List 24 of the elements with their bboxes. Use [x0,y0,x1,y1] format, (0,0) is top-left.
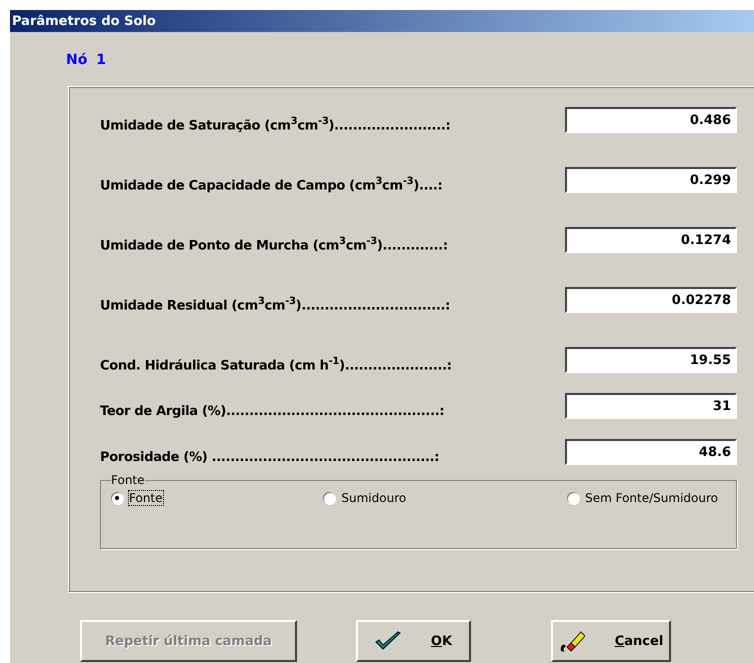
value-field[interactable]: 0.299 [565,167,737,193]
ok-button[interactable]: OK [356,620,471,662]
eraser-icon [558,629,585,653]
node-label: Nó 1 [66,52,107,70]
field-label: Umidade de Saturação (cm$^{3}$cm$^{-3}$)........................: [100,116,450,133]
value-field[interactable]: 0.02278 [565,287,737,313]
cancel-button[interactable]: Cancel [551,620,671,662]
field-label: Umidade Residual (cm$^{3}$cm$^{-3}$)...............................: [100,296,450,313]
value-field[interactable]: 0.1274 [565,227,737,253]
radio-option[interactable]: Fonte [111,491,163,505]
value-field[interactable]: 31 [565,393,737,419]
value-field[interactable]: 48.6 [565,439,737,465]
field-label: Umidade de Capacidade de Campo (cm$^{3}$cm$^{-3}$)....: [100,176,442,193]
value-field[interactable]: 19.55 [565,347,737,373]
radio-option[interactable]: Sumidouro [323,491,406,505]
value-field[interactable]: 0.486 [565,107,737,133]
field-label: Cond. Hidráulica Saturada (cm h$^{-1}$)......................: [100,356,452,373]
radio-option[interactable]: Sem Fonte/Sumidouro [567,491,718,505]
group-title: Fonte [111,473,145,487]
field-label: Teor de Argila (%)..............................................: [100,404,444,419]
field-label: Porosidade (%) ................................................: [100,450,440,465]
checkmark-icon [374,631,401,651]
field-label: Umidade de Ponto de Murcha (cm$^{3}$cm$^{-3}$).............: [100,236,448,253]
window-title: Parâmetros do Solo [12,14,156,28]
